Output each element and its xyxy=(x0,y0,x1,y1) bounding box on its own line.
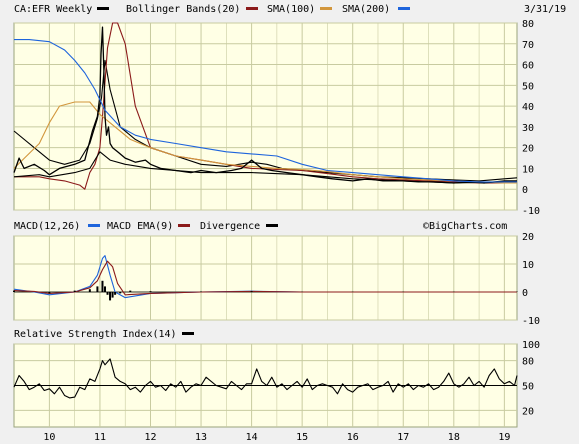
x-tick-label: 13 xyxy=(195,432,207,443)
rsi-panel: 20 50 80 100 xyxy=(13,340,540,428)
price-ytick-label: 60 xyxy=(522,61,534,72)
symbol-title: CA:EFR Weekly xyxy=(14,4,92,15)
price-ytick-label: 80 xyxy=(522,19,534,30)
legend-rsi: Relative Strength Index(14) xyxy=(14,329,177,340)
price-ytick-label: 20 xyxy=(522,144,534,155)
price-ytick-label: 0 xyxy=(522,185,528,196)
macd-panel: -10 0 10 20 xyxy=(13,232,540,327)
price-ytick-label: 30 xyxy=(522,123,534,134)
macd-plot-area xyxy=(13,235,518,321)
legend-macd-ema: MACD EMA(9) xyxy=(107,221,173,232)
chart-date: 3/31/19 xyxy=(524,4,566,15)
legend-swatch-price xyxy=(97,7,109,10)
macd-ytick-label: -10 xyxy=(522,316,540,327)
x-tick-label: 15 xyxy=(296,432,308,443)
legend-swatch-bollinger xyxy=(246,7,258,10)
legend-swatch-sma100 xyxy=(320,7,332,10)
legend-divergence: Divergence xyxy=(200,221,260,232)
legend-swatch-sma200 xyxy=(398,7,410,10)
x-tick-label: 12 xyxy=(144,432,156,443)
legend-bollinger: Bollinger Bands(20) xyxy=(126,4,240,15)
x-tick-label: 19 xyxy=(498,432,510,443)
price-ytick-label: 10 xyxy=(522,164,534,175)
x-tick-label: 18 xyxy=(448,432,460,443)
legend-swatch-macd-ema xyxy=(178,224,190,227)
x-tick-label: 10 xyxy=(43,432,55,443)
legend-swatch-rsi xyxy=(182,332,194,335)
price-ytick-label: -10 xyxy=(522,206,540,217)
legend-macd: MACD(12,26) xyxy=(14,221,80,232)
x-tick-label: 16 xyxy=(347,432,359,443)
x-tick-label: 11 xyxy=(94,432,106,443)
legend-swatch-divergence xyxy=(266,224,278,227)
macd-ytick-label: 10 xyxy=(522,260,534,271)
price-panel: -10 0 10 20 30 40 50 60 70 80 xyxy=(13,19,540,217)
chart-canvas: CA:EFR Weekly Bollinger Bands(20) SMA(10… xyxy=(0,0,579,444)
watermark: ©BigCharts.com xyxy=(423,221,507,232)
macd-ytick-label: 20 xyxy=(522,232,534,243)
rsi-legend: Relative Strength Index(14) xyxy=(14,329,194,340)
rsi-ytick-label: 80 xyxy=(522,357,534,368)
price-ytick-label: 50 xyxy=(522,81,534,92)
macd-ytick-label: 0 xyxy=(522,288,528,299)
legend-sma100: SMA(100) xyxy=(267,4,315,15)
rsi-ytick-label: 50 xyxy=(522,382,534,393)
rsi-ytick-label: 100 xyxy=(522,340,540,351)
price-ytick-label: 40 xyxy=(522,102,534,113)
legend-swatch-macd xyxy=(88,224,100,227)
price-ytick-label: 70 xyxy=(522,40,534,51)
x-tick-label: 14 xyxy=(246,432,258,443)
x-tick-label: 17 xyxy=(397,432,409,443)
legend-sma200: SMA(200) xyxy=(342,4,390,15)
rsi-ytick-label: 20 xyxy=(522,406,534,417)
